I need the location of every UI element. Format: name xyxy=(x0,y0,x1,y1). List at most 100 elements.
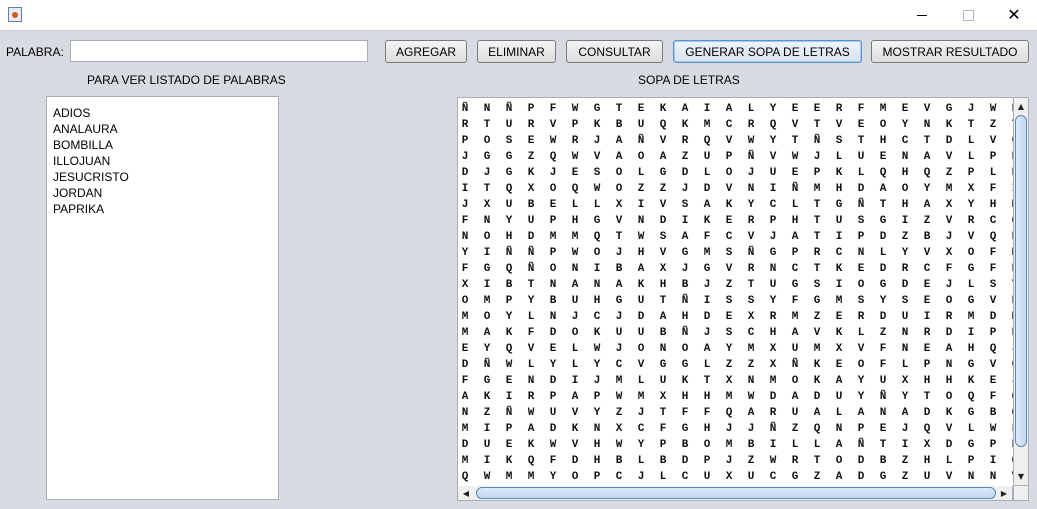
grid-letter: T xyxy=(967,119,975,131)
grid-letter: G xyxy=(879,215,887,227)
grid-letter: Z xyxy=(791,423,799,435)
grid-letter: O xyxy=(901,183,909,195)
grid-letter: Y xyxy=(593,359,601,371)
grid-letter: G xyxy=(967,407,975,419)
grid-letter: G xyxy=(593,215,601,227)
grid-letter: T xyxy=(1004,117,1013,133)
grid-letter: U xyxy=(923,471,931,483)
word-input[interactable] xyxy=(70,40,368,62)
grid-letter: Z xyxy=(637,183,645,195)
grid-letter: N xyxy=(659,343,667,355)
grid-letter: F xyxy=(989,247,997,259)
grid-letter: M xyxy=(483,295,491,307)
generate-soup-button[interactable]: GENERAR SOPA DE LETRAS xyxy=(673,40,862,63)
grid-letter: D xyxy=(857,471,865,483)
grid-letter: C xyxy=(615,359,623,371)
grid-letter: D xyxy=(879,263,887,275)
grid-letter: W xyxy=(615,439,623,451)
delete-button[interactable]: ELIMINAR xyxy=(477,40,556,63)
minimize-button[interactable] xyxy=(899,0,945,30)
grid-letter: A xyxy=(901,407,909,419)
grid-letter: A xyxy=(835,471,843,483)
grid-letter: J xyxy=(637,407,645,419)
add-button[interactable]: AGREGAR xyxy=(385,40,467,63)
query-button[interactable]: CONSULTAR xyxy=(566,40,663,63)
grid-letter: U xyxy=(505,199,513,211)
grid-letter: X xyxy=(945,247,953,259)
grid-letter: F xyxy=(703,231,711,243)
grid-letter: E xyxy=(989,375,997,387)
grid-letter: Q xyxy=(923,167,931,179)
scroll-right-icon[interactable]: ▶ xyxy=(997,486,1011,500)
grid-letter: D xyxy=(681,455,689,467)
grid-letter: V xyxy=(571,439,579,451)
java-app-icon xyxy=(8,7,22,22)
grid-letter: N xyxy=(549,311,557,323)
grid-letter: E xyxy=(879,423,887,435)
show-result-button[interactable]: MOSTRAR RESULTADO xyxy=(871,40,1029,63)
grid-letter: X xyxy=(747,311,755,323)
grid-letter: G xyxy=(615,295,623,307)
list-item[interactable]: PAPRIKA xyxy=(53,201,104,217)
grid-letter: F xyxy=(461,263,469,275)
grid-letter: U xyxy=(571,295,579,307)
scroll-down-icon[interactable]: ▼ xyxy=(1014,469,1028,483)
grid-letter: S xyxy=(505,135,513,147)
grid-letter: T xyxy=(879,439,887,451)
grid-letter: T xyxy=(703,375,711,387)
scroll-up-icon[interactable]: ▲ xyxy=(1014,99,1028,113)
grid-letter: K xyxy=(681,119,689,131)
grid-letter: L xyxy=(593,199,601,211)
list-item[interactable]: JESUCRISTO xyxy=(53,169,129,185)
list-item[interactable]: ILLOJUAN xyxy=(53,153,110,169)
vertical-scroll-thumb[interactable] xyxy=(1015,115,1027,447)
grid-letter: G xyxy=(967,295,975,307)
grid-letter: A xyxy=(791,391,799,403)
horizontal-scrollbar[interactable]: ◀ ▶ xyxy=(457,486,1013,501)
list-item[interactable]: ADIOS xyxy=(53,105,90,121)
grid-letter: O xyxy=(857,359,865,371)
grid-letter: Z xyxy=(527,151,535,163)
grid-letter: N xyxy=(483,103,491,115)
grid-letter: J xyxy=(967,103,975,115)
grid-letter: H xyxy=(923,455,931,467)
list-item[interactable]: BOMBILLA xyxy=(53,137,113,153)
vertical-scrollbar[interactable]: ▲ ▼ xyxy=(1013,97,1029,486)
grid-letter: V xyxy=(945,215,953,227)
grid-letter: U xyxy=(835,215,843,227)
grid-letter: Ñ xyxy=(879,391,887,403)
horizontal-scroll-thumb[interactable] xyxy=(476,487,996,499)
grid-letter: V xyxy=(615,215,623,227)
grid-letter: A xyxy=(703,199,711,211)
close-button[interactable]: ✕ xyxy=(991,0,1037,30)
grid-letter: I xyxy=(505,391,513,403)
grid-letter: C xyxy=(637,423,645,435)
grid-letter: N xyxy=(967,471,975,483)
grid-letter: V xyxy=(725,263,733,275)
letter-soup-grid[interactable]: ÑNÑPFWGTEKAIALYEERFMEVGJWBRTURVPKBUQKMCR… xyxy=(457,97,1013,486)
grid-letter: M xyxy=(879,103,887,115)
grid-letter: O xyxy=(483,231,491,243)
grid-letter: V xyxy=(989,295,997,307)
grid-letter: P xyxy=(813,167,821,179)
grid-letter: D xyxy=(813,391,821,403)
grid-letter: L xyxy=(835,151,843,163)
grid-letter: K xyxy=(659,103,667,115)
word-list[interactable]: ADIOS ANALAURA BOMBILLA ILLOJUAN JESUCRI… xyxy=(46,96,279,500)
grid-letter: O xyxy=(637,151,645,163)
list-item[interactable]: JORDAN xyxy=(53,185,102,201)
grid-letter: Ñ xyxy=(505,247,513,259)
grid-letter: Ñ xyxy=(791,359,799,371)
list-item[interactable]: ANALAURA xyxy=(53,121,118,137)
scroll-left-icon[interactable]: ◀ xyxy=(459,486,473,500)
grid-letter: Y xyxy=(461,247,469,259)
grid-letter: P xyxy=(923,359,931,371)
grid-letter: V xyxy=(549,119,557,131)
maximize-button[interactable] xyxy=(945,0,991,30)
grid-letter: Q xyxy=(461,471,469,483)
grid-letter: K xyxy=(945,407,953,419)
grid-letter: P xyxy=(505,295,513,307)
grid-letter: W xyxy=(637,231,645,243)
grid-letter: B xyxy=(659,327,667,339)
grid-letter: V xyxy=(593,151,601,163)
